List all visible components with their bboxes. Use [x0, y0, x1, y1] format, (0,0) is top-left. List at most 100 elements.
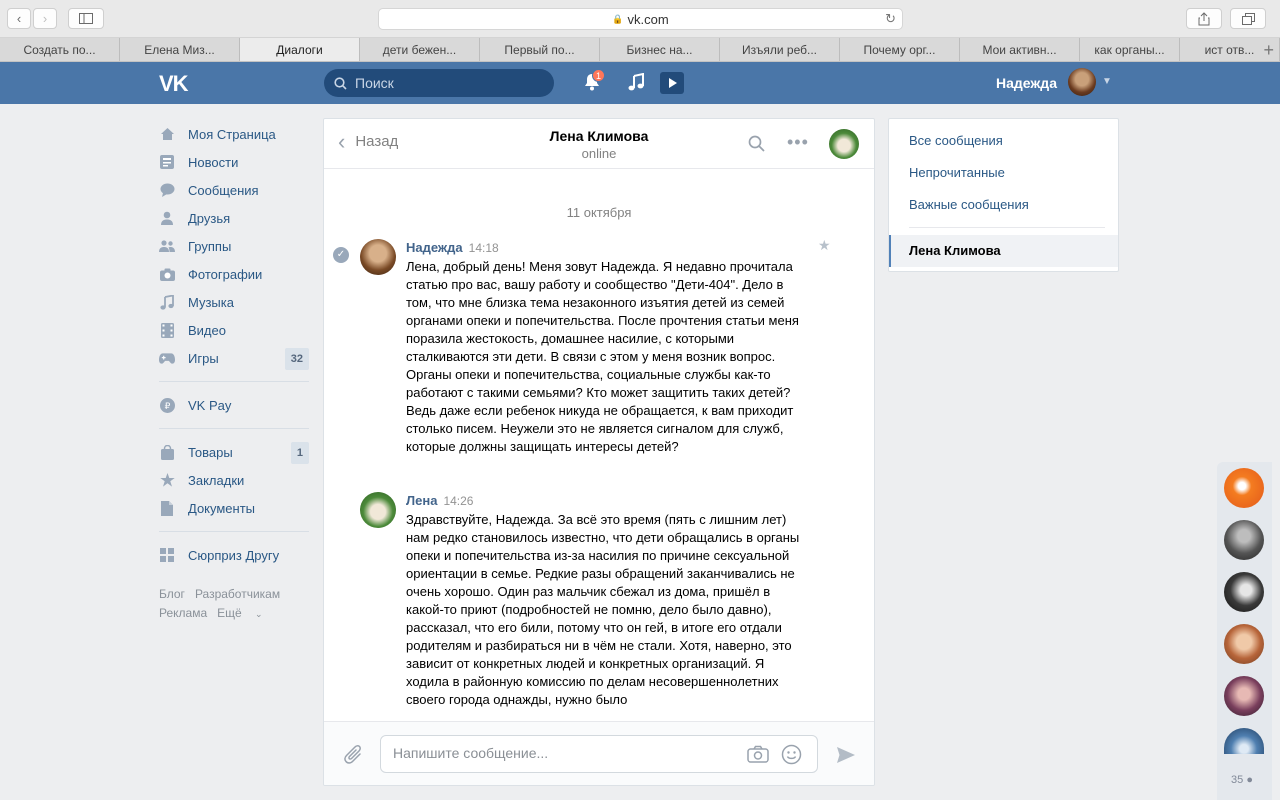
left-menu: Моя Страница Новости Сообщения Друзья Гр… [157, 120, 309, 624]
chat-contact-avatar[interactable] [1224, 676, 1264, 716]
message-history[interactable]: 11 октября ✓ Надежда 14:18 ★ Лена, добрый… [324, 170, 874, 722]
menu-label: Музыка [188, 294, 234, 310]
apps-grid-icon [159, 547, 175, 563]
menu-item-music[interactable]: Музыка [157, 288, 309, 316]
menu-item-photos[interactable]: Фотографии [157, 260, 309, 288]
chat-contact-avatar[interactable] [1224, 572, 1264, 612]
folder-unread[interactable]: Непрочитанные [909, 165, 1005, 180]
share-icon[interactable] [1186, 8, 1222, 29]
friends-icon [159, 210, 175, 226]
author-avatar[interactable] [360, 492, 396, 528]
browser-tab[interactable]: Изъяли реб... [720, 38, 840, 61]
menu-label: Новости [188, 154, 239, 170]
browser-tab[interactable]: Бизнес на... [600, 38, 720, 61]
chat-contact-avatar[interactable] [1224, 728, 1264, 754]
more-options-icon[interactable]: ••• [787, 132, 809, 153]
browser-tab[interactable]: дети бежен... [360, 38, 480, 61]
menu-item-surprise[interactable]: Сюрприз Другу [157, 541, 309, 569]
tab-bar: Создать по... Елена Миз... Диалоги дети … [0, 38, 1280, 62]
forward-arrow-icon[interactable]: › [33, 8, 57, 29]
menu-item-groups[interactable]: Группы [157, 232, 309, 260]
user-name[interactable]: Надежда [996, 75, 1057, 91]
browser-tab-active[interactable]: Диалоги [240, 38, 360, 61]
menu-label: Фотографии [188, 266, 263, 282]
vk-logo[interactable]: VK [159, 71, 189, 97]
chevron-down-icon[interactable]: ▼ [1102, 76, 1112, 87]
menu-label: Сюрприз Другу [188, 547, 280, 563]
games-count-badge: 32 [284, 348, 309, 370]
browser-tab[interactable]: Почему орг... [840, 38, 960, 61]
footer-link-blog[interactable]: Блог [159, 587, 185, 601]
message-folders: Все сообщения Непрочитанные Важные сообщ… [888, 118, 1119, 272]
menu-item-documents[interactable]: Документы [157, 494, 309, 522]
chat-header: ‹ Назад Лена Климова online ••• [324, 119, 874, 169]
star-icon [159, 472, 175, 488]
reload-icon[interactable]: ↻ [885, 11, 896, 27]
vkpay-icon: ₽ [159, 397, 175, 413]
peer-avatar[interactable] [829, 129, 859, 159]
browser-tab[interactable]: Мои активн... [960, 38, 1080, 61]
message-text: Лена, добрый день! Меня зовут Надежда. Я… [406, 259, 799, 454]
menu-item-goods[interactable]: Товары 1 [157, 438, 309, 466]
play-icon[interactable] [660, 72, 684, 94]
music-note-icon[interactable] [628, 73, 644, 91]
footer-link-developers[interactable]: Разработчикам [195, 587, 280, 601]
menu-label: VK Pay [188, 397, 232, 413]
vk-header: VK 1 Надежда ▼ [0, 62, 1280, 104]
browser-tab[interactable]: Создать по... [0, 38, 120, 61]
footer-link-ads[interactable]: Реклама [159, 606, 207, 620]
paperclip-icon[interactable] [344, 744, 364, 766]
folder-active-conversation[interactable]: Лена Климова [889, 235, 1118, 267]
folder-important[interactable]: Важные сообщения [909, 197, 1029, 212]
online-friends-count[interactable]: 35 ● [1231, 774, 1253, 786]
menu-label: Документы [188, 500, 256, 516]
chat-contact-avatar[interactable] [1224, 520, 1264, 560]
footer-link-more[interactable]: Ещё ⌄ [217, 606, 272, 620]
new-tab-icon[interactable]: + [1263, 40, 1274, 61]
camera-icon[interactable] [747, 745, 769, 763]
menu-divider [159, 428, 309, 429]
search-icon[interactable] [748, 135, 765, 152]
menu-label: Игры [188, 350, 219, 366]
browser-tab[interactable]: как органы... [1080, 38, 1180, 61]
send-icon[interactable] [836, 746, 856, 764]
menu-footer: Блог Разработчикам Реклама Ещё ⌄ [157, 585, 309, 624]
message-time: 14:18 [468, 241, 499, 255]
menu-label: Видео [188, 322, 226, 338]
menu-item-vkpay[interactable]: ₽ VK Pay [157, 391, 309, 419]
menu-item-messages[interactable]: Сообщения [157, 176, 309, 204]
back-arrow-icon[interactable]: ‹ [7, 8, 31, 29]
message-author[interactable]: Лена 14:26 [406, 493, 473, 508]
emoji-icon[interactable] [781, 744, 802, 765]
menu-label: Друзья [188, 210, 231, 226]
menu-label: Группы [188, 238, 232, 254]
menu-item-my-page[interactable]: Моя Страница [157, 120, 309, 148]
chat-contact-avatar[interactable] [1224, 468, 1264, 508]
address-bar[interactable]: 🔒 vk.com ↻ [378, 8, 903, 30]
browser-tab[interactable]: Первый по... [480, 38, 600, 61]
message-author[interactable]: Надежда 14:18 [406, 240, 499, 255]
search-icon [334, 76, 347, 90]
menu-item-bookmarks[interactable]: Закладки [157, 466, 309, 494]
menu-item-video[interactable]: Видео [157, 316, 309, 344]
chat-contact-avatar[interactable] [1224, 624, 1264, 664]
sidebar-toggle-icon[interactable] [68, 8, 104, 29]
games-icon [159, 350, 175, 366]
search-box[interactable] [324, 69, 554, 97]
browser-tab[interactable]: Елена Миз... [120, 38, 240, 61]
menu-item-games[interactable]: Игры 32 [157, 344, 309, 372]
folder-all-messages[interactable]: Все сообщения [909, 133, 1003, 148]
message-input-box[interactable] [380, 735, 818, 773]
menu-item-friends[interactable]: Друзья [157, 204, 309, 232]
menu-item-news[interactable]: Новости [157, 148, 309, 176]
messages-icon [159, 182, 175, 198]
camera-icon [159, 266, 175, 282]
tabs-overview-icon[interactable] [1230, 8, 1266, 29]
search-input[interactable] [355, 75, 545, 91]
composer [324, 721, 874, 785]
star-icon[interactable]: ★ [818, 237, 831, 254]
message-input[interactable] [393, 745, 733, 761]
user-avatar[interactable] [1068, 68, 1096, 96]
svg-text:₽: ₽ [164, 402, 170, 412]
author-avatar[interactable] [360, 239, 396, 275]
